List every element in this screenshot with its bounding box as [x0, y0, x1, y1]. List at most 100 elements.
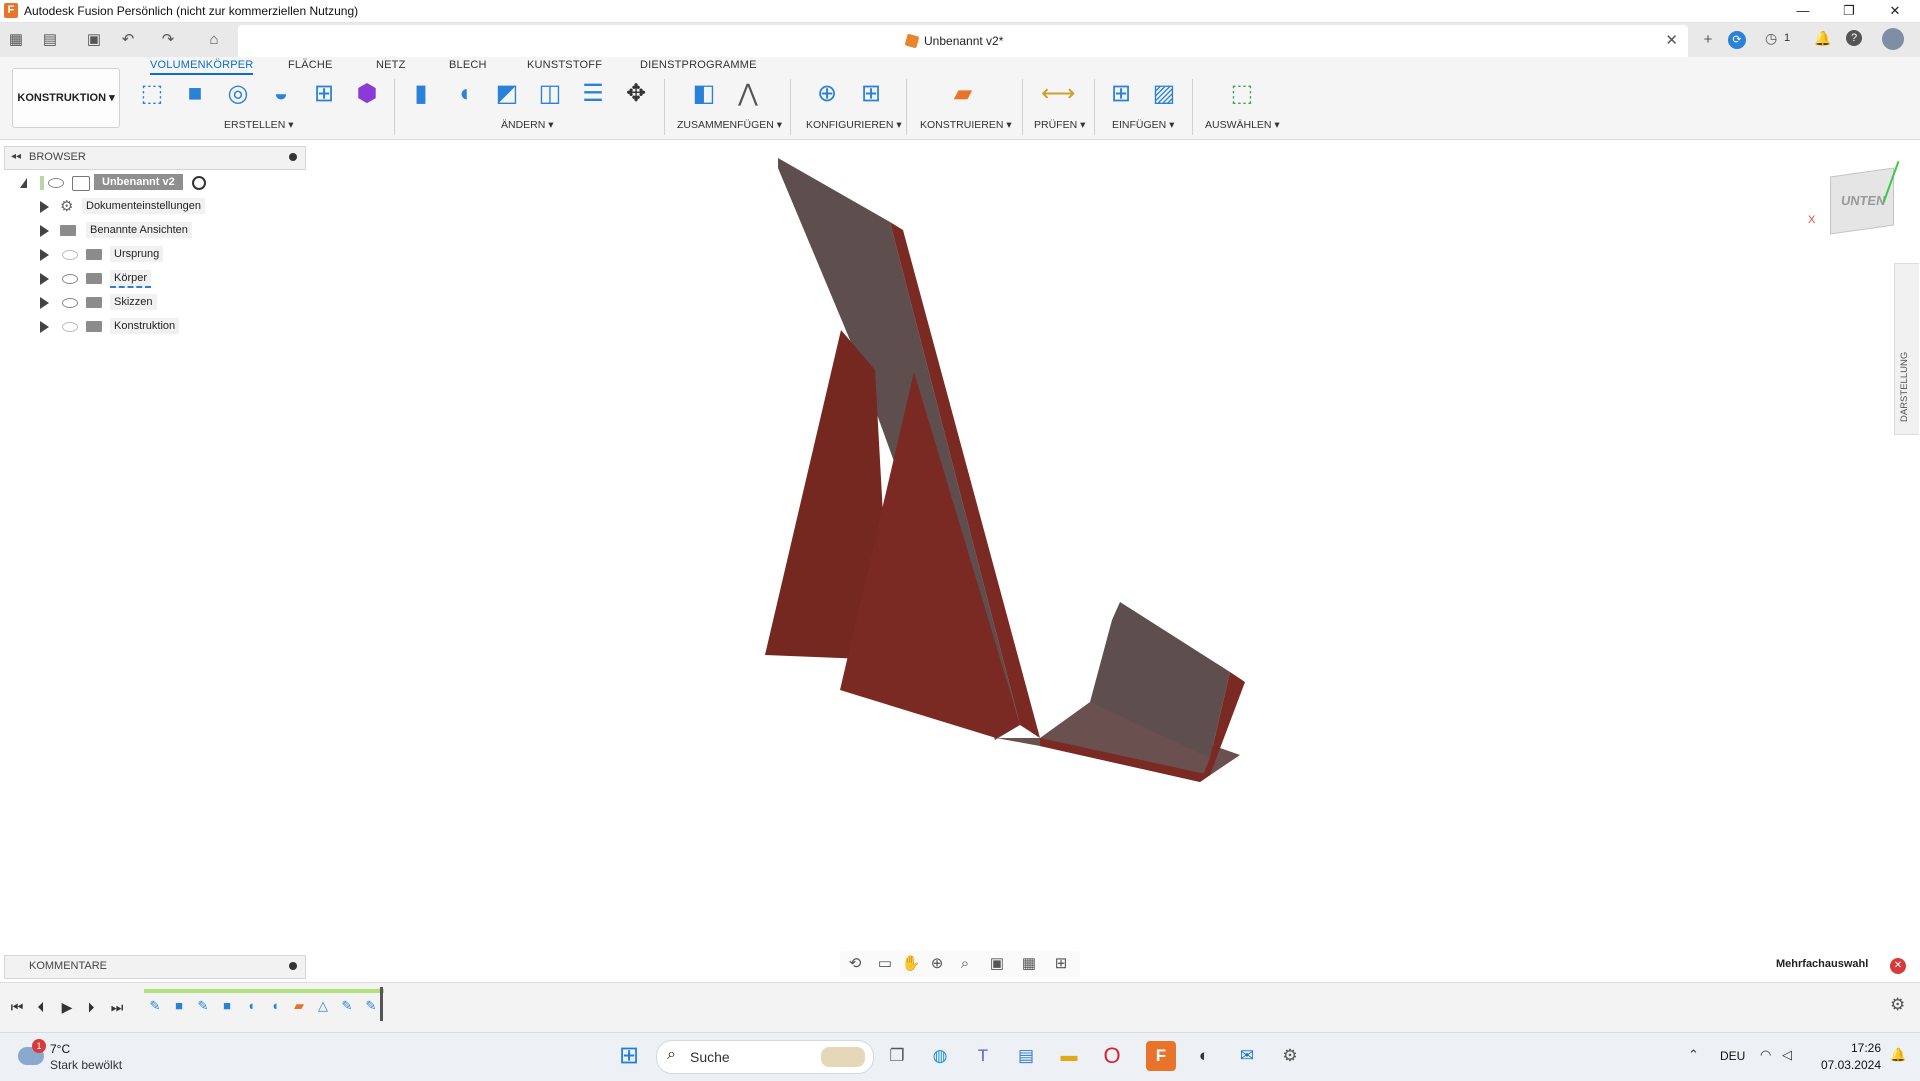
app-icon[interactable]: ◐: [1189, 1041, 1219, 1071]
measure-icon[interactable]: ⟷: [1041, 77, 1075, 111]
volume-icon[interactable]: ◁: [1782, 1047, 1792, 1063]
language-indicator[interactable]: DEU: [1720, 1049, 1745, 1063]
notifications-icon[interactable]: 🔔: [1814, 30, 1831, 47]
add-comment-icon[interactable]: [289, 962, 297, 970]
tab-volumenkoerper[interactable]: VOLUMENKÖRPER: [150, 59, 254, 75]
expand-arrow-icon[interactable]: [40, 249, 49, 261]
timeline-fillet-icon[interactable]: ◖: [242, 997, 260, 1015]
undo-icon[interactable]: ↶: [116, 28, 140, 52]
job-status-icon[interactable]: ◷: [1765, 30, 1777, 47]
look-at-icon[interactable]: ▭: [874, 954, 896, 974]
timeline-start-icon[interactable]: ⏮: [6, 997, 28, 1017]
home-icon[interactable]: ⌂: [202, 28, 226, 52]
fusion-taskbar-icon[interactable]: F: [1146, 1041, 1176, 1071]
tree-root[interactable]: Unbenannt v2: [0, 172, 300, 194]
shell-icon[interactable]: ◫: [533, 77, 567, 111]
extrude-icon[interactable]: ■: [178, 77, 212, 111]
chamfer-icon[interactable]: ◩: [490, 77, 524, 111]
viewports-icon[interactable]: ⊞: [1050, 954, 1072, 974]
create-sketch-icon[interactable]: ⬚: [135, 77, 169, 111]
fillet-icon[interactable]: ◖: [447, 77, 481, 111]
pin-icon[interactable]: [289, 153, 297, 161]
tab-flaeche[interactable]: FLÄCHE: [288, 59, 333, 71]
task-view-icon[interactable]: ❐: [882, 1041, 912, 1071]
settings-icon[interactable]: ⚙: [1275, 1041, 1305, 1071]
display-settings-icon[interactable]: ▣: [986, 954, 1008, 974]
taskbar-search[interactable]: ⌕ Suche: [656, 1040, 874, 1074]
new-tab-icon[interactable]: +: [1696, 28, 1720, 52]
timeline-forward-icon[interactable]: ⏵: [80, 997, 102, 1017]
joint-icon[interactable]: ⋀: [731, 77, 765, 111]
tab-dienstprogramme[interactable]: DIENSTPROGRAMME: [640, 59, 757, 71]
sweep-icon[interactable]: ◒: [264, 77, 298, 111]
browser-panel-header[interactable]: ◂◂ BROWSER: [4, 146, 306, 170]
offset-plane-icon[interactable]: ▰: [946, 77, 980, 111]
clear-selection-icon[interactable]: ✕: [1890, 958, 1906, 974]
comments-panel[interactable]: KOMMENTARE: [4, 955, 306, 979]
help-icon[interactable]: ?: [1846, 30, 1862, 46]
tab-netz[interactable]: NETZ: [376, 59, 406, 71]
group-pruefen[interactable]: PRÜFEN ▾: [1034, 119, 1085, 131]
activate-radio-icon[interactable]: [192, 176, 206, 190]
timeline-sketch-icon[interactable]: △: [314, 997, 332, 1015]
expand-arrow-icon[interactable]: [40, 225, 49, 237]
file-explorer-icon[interactable]: ▬: [1054, 1041, 1084, 1071]
group-erstellen[interactable]: ERSTELLEN ▾: [224, 119, 293, 131]
file-menu-icon[interactable]: ▤: [38, 28, 62, 52]
tree-item-dokumenteinstellungen[interactable]: ⚙ Dokumenteinstellungen: [0, 196, 300, 218]
group-zusammenfuegen[interactable]: ZUSAMMENFÜGEN ▾: [677, 119, 782, 131]
notification-bell-icon[interactable]: 🔔: [1890, 1047, 1906, 1063]
grid-icon[interactable]: ▦: [1018, 954, 1040, 974]
model-viewport[interactable]: [740, 150, 1260, 790]
minimize-button[interactable]: —: [1780, 0, 1826, 22]
teams-icon[interactable]: T: [968, 1041, 998, 1071]
timeline-sketch-icon[interactable]: ✎: [338, 997, 356, 1015]
extensions-icon[interactable]: ⟳: [1728, 31, 1746, 49]
darstellung-panel[interactable]: DARSTELLUNG: [1894, 263, 1919, 435]
parameter-table-icon[interactable]: ⊞: [854, 77, 888, 111]
timeline-sketch-icon[interactable]: ✎: [194, 997, 212, 1015]
tree-item-koerper[interactable]: Körper: [0, 268, 300, 290]
timeline-end-icon[interactable]: ⏭: [106, 997, 128, 1017]
avatar[interactable]: [1882, 28, 1904, 50]
collapse-browser-icon[interactable]: ◂◂: [11, 151, 21, 162]
collapse-arrow-icon[interactable]: [20, 178, 27, 188]
windows-start-icon[interactable]: ⊞: [614, 1041, 644, 1071]
clock-date[interactable]: 07.03.2024: [1817, 1058, 1881, 1072]
expand-arrow-icon[interactable]: [40, 321, 49, 333]
zoom-icon[interactable]: ⊕: [926, 954, 948, 974]
visibility-eye-icon[interactable]: [62, 274, 78, 284]
move-icon[interactable]: ✥: [619, 77, 653, 111]
timeline-sketch-icon[interactable]: ✎: [362, 997, 380, 1015]
redo-icon[interactable]: ↷: [156, 28, 180, 52]
configure-icon[interactable]: ⊕: [810, 77, 844, 111]
visibility-eye-icon[interactable]: [62, 298, 78, 308]
hidden-eye-icon[interactable]: [62, 322, 78, 332]
close-window-button[interactable]: ✕: [1872, 0, 1918, 22]
revolve-icon[interactable]: ◎: [221, 77, 255, 111]
clock-time[interactable]: 17:26: [1817, 1041, 1881, 1055]
expand-arrow-icon[interactable]: [40, 297, 49, 309]
save-icon[interactable]: ▣: [82, 28, 106, 52]
group-konstruieren[interactable]: KONSTRUIEREN ▾: [920, 119, 1012, 131]
press-pull-icon[interactable]: ▮: [404, 77, 438, 111]
timeline-extrude-icon[interactable]: ■: [218, 997, 236, 1015]
pattern-icon[interactable]: ⊞: [307, 77, 341, 111]
edge-icon[interactable]: ◍: [925, 1041, 955, 1071]
tree-item-skizzen[interactable]: Skizzen: [0, 292, 300, 314]
orbit-icon[interactable]: ⟲: [844, 954, 866, 974]
tab-kunststoff[interactable]: KUNSTSTOFF: [527, 59, 602, 71]
store-icon[interactable]: ▤: [1011, 1041, 1041, 1071]
tree-item-ursprung[interactable]: Ursprung: [0, 244, 300, 266]
insert-image-icon[interactable]: ▨: [1147, 77, 1181, 111]
visibility-eye-icon[interactable]: [48, 178, 64, 188]
timeline-back-icon[interactable]: ⏴: [30, 997, 52, 1017]
opera-icon[interactable]: O: [1097, 1041, 1127, 1071]
tree-item-konstruktion[interactable]: Konstruktion: [0, 316, 300, 338]
timeline-play-icon[interactable]: ▶: [56, 997, 78, 1017]
group-konfigurieren[interactable]: KONFIGURIEREN ▾: [806, 119, 902, 131]
expand-arrow-icon[interactable]: [40, 201, 49, 213]
timeline-sketch-icon[interactable]: ✎: [146, 997, 164, 1015]
timeline-extrude-icon[interactable]: ■: [170, 997, 188, 1015]
form-icon[interactable]: ⬢: [350, 77, 384, 111]
